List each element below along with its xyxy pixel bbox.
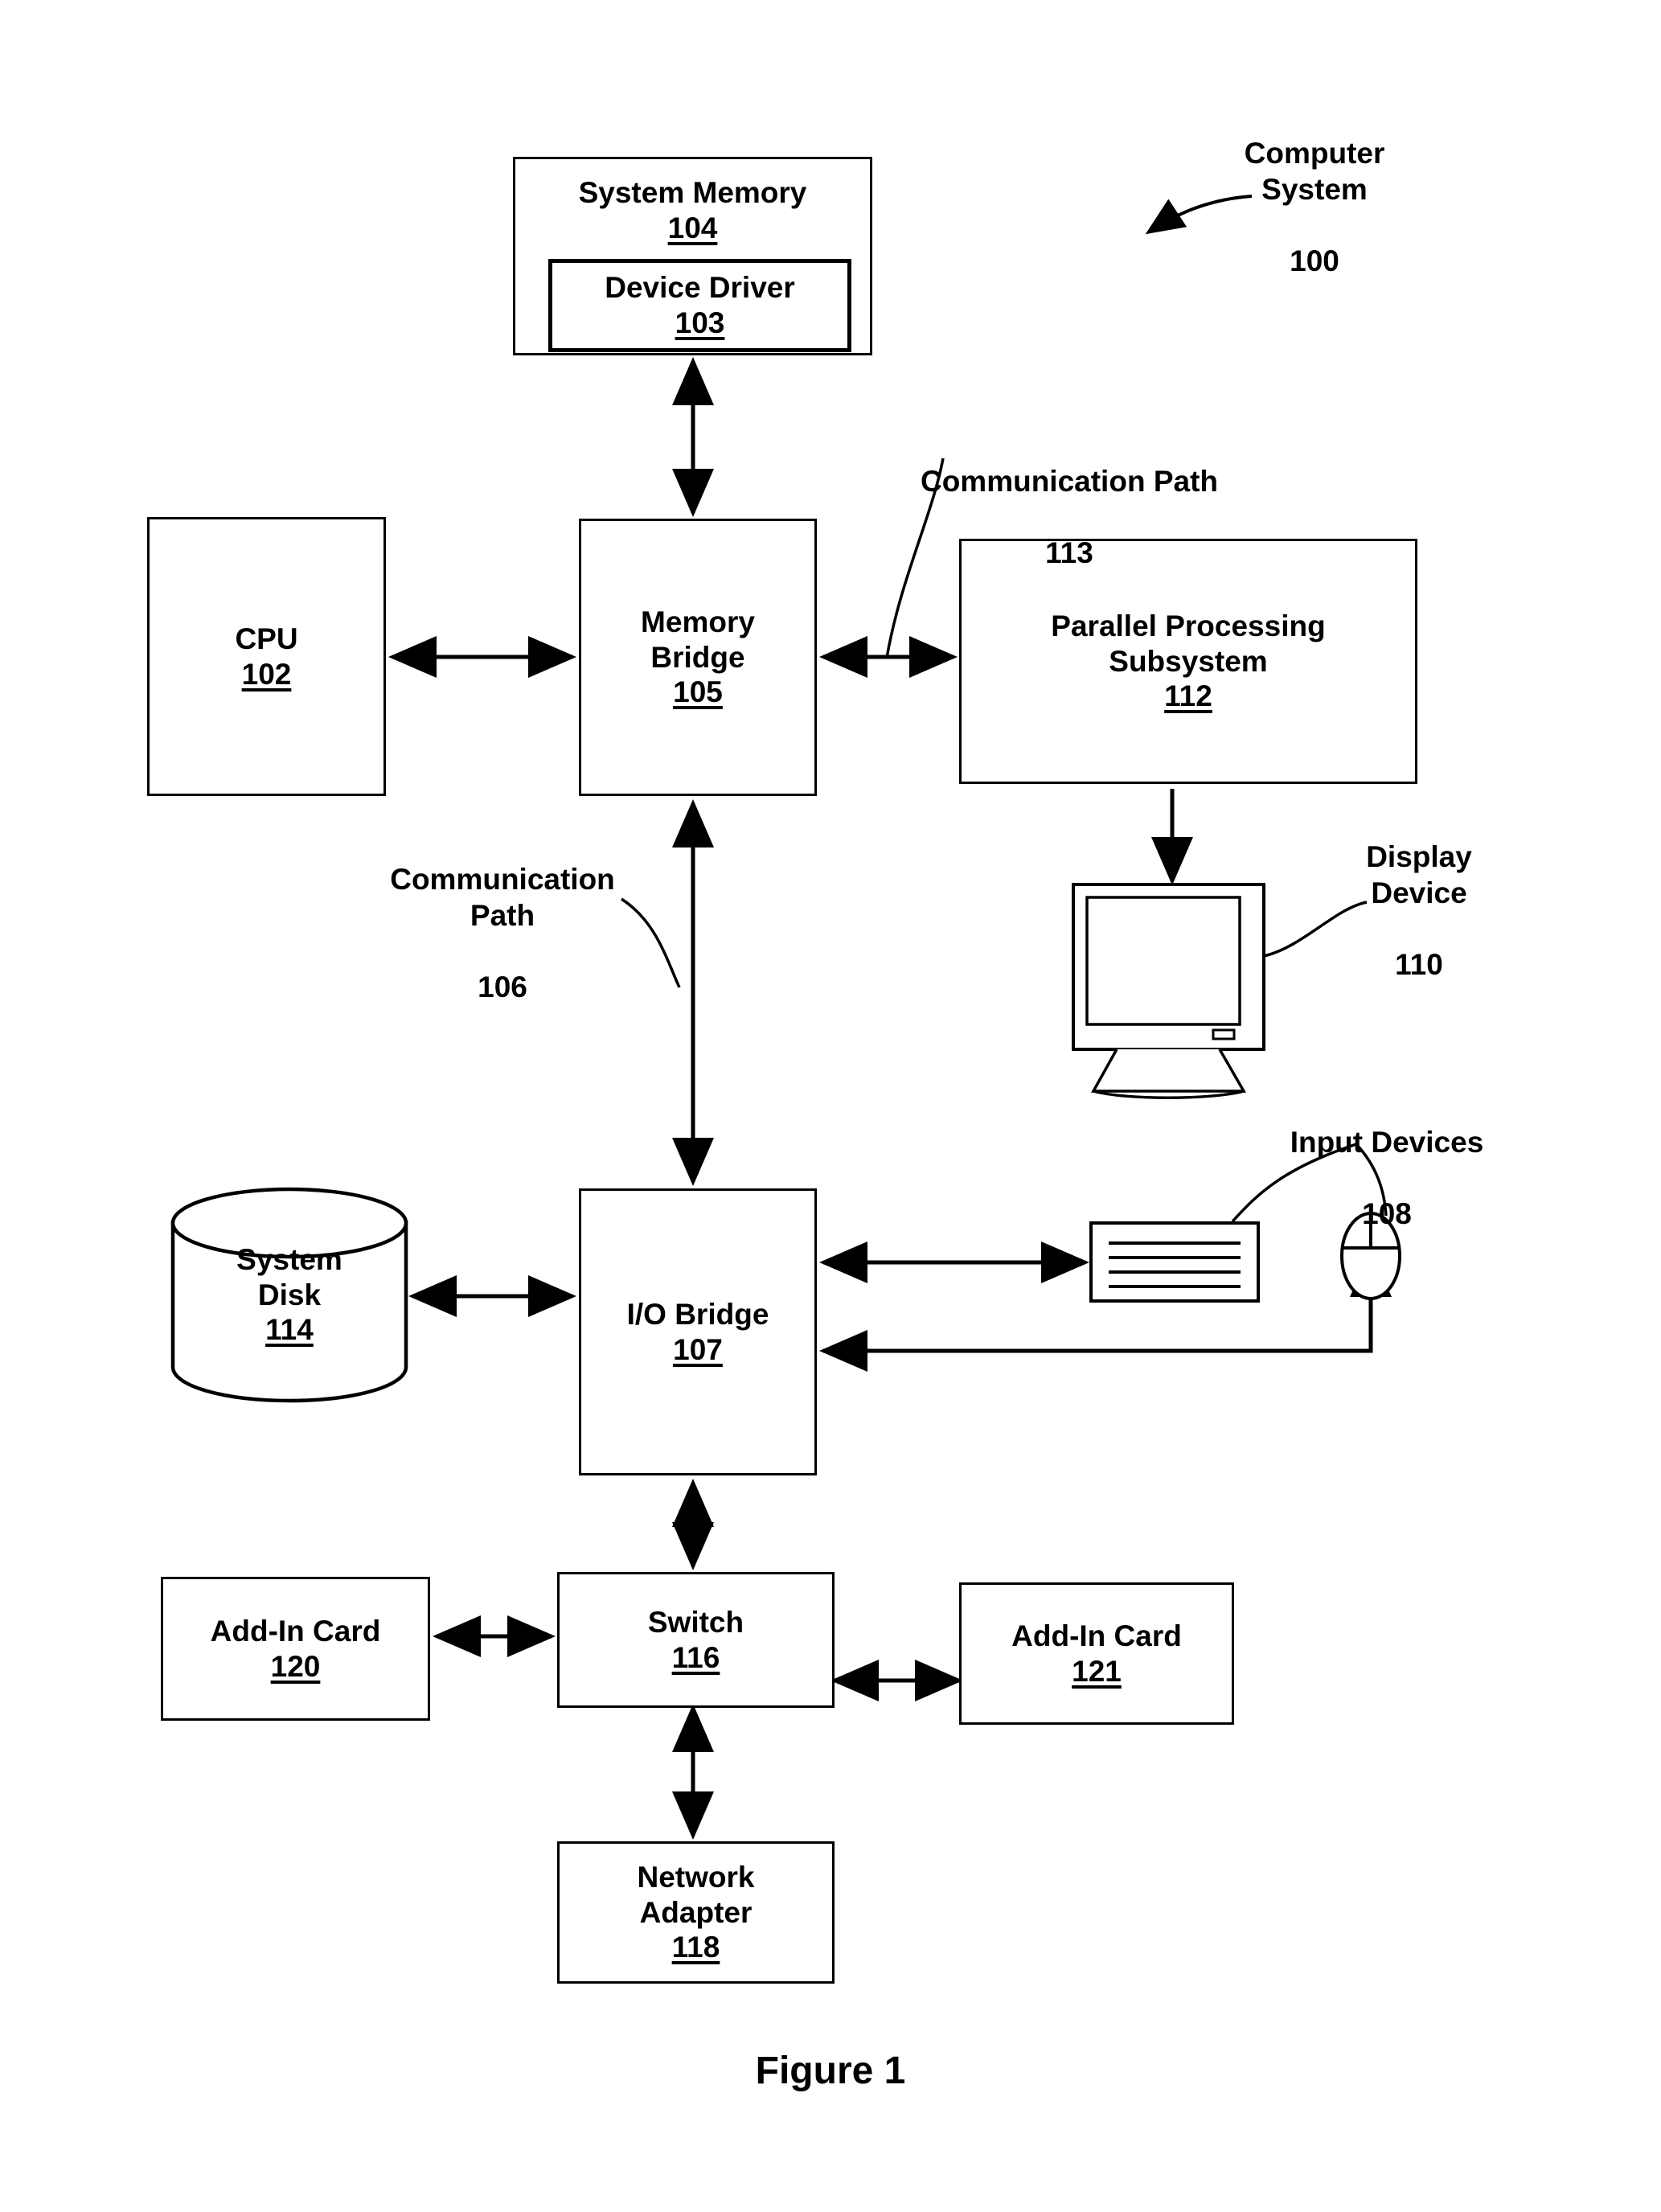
callout-input-devices: Input Devices 108 xyxy=(1254,1090,1520,1268)
node-pps-title: Parallel Processing Subsystem xyxy=(1051,609,1326,678)
callout-display-device-ref: 110 xyxy=(1395,947,1443,981)
callout-display-device: Display Device 110 xyxy=(1327,804,1511,1018)
node-device-driver-ref: 103 xyxy=(675,306,725,339)
callout-computer-system: Computer System 100 xyxy=(1182,101,1447,314)
figure-caption: Figure 1 xyxy=(755,2050,906,2092)
callout-communication-path-113: Communication Path 113 xyxy=(868,429,1270,607)
node-system-memory-title: System Memory xyxy=(578,176,807,209)
node-network-adapter-title: Network Adapter xyxy=(637,1861,755,1929)
display-monitor-icon xyxy=(1072,883,1265,1099)
node-add-in-card-121[interactable]: Add-In Card 121 xyxy=(959,1582,1234,1725)
callout-input-devices-label: Input Devices xyxy=(1290,1126,1484,1159)
keyboard-icon xyxy=(1089,1221,1260,1303)
callout-comm-path-113-label: Communication Path xyxy=(920,465,1219,499)
node-network-adapter-ref: 118 xyxy=(671,1931,720,1964)
callout-comm-path-106-ref: 106 xyxy=(478,970,527,1003)
node-cpu[interactable]: CPU 102 xyxy=(147,517,386,796)
node-memory-bridge-ref: 105 xyxy=(673,675,723,709)
callout-communication-path-106: Communication Path 106 xyxy=(354,827,651,1040)
node-switch-ref: 116 xyxy=(671,1640,720,1674)
node-add-in-card-120-ref: 120 xyxy=(270,1649,321,1683)
node-add-in-card-121-title: Add-In Card xyxy=(1011,1619,1182,1652)
node-system-disk[interactable]: System Disk 114 xyxy=(173,1242,406,1348)
node-system-memory-ref: 104 xyxy=(667,211,718,244)
node-device-driver-title: Device Driver xyxy=(605,271,795,305)
node-network-adapter[interactable]: Network Adapter 118 xyxy=(557,1841,835,1984)
node-switch-title: Switch xyxy=(647,1605,744,1639)
callout-computer-system-label: Computer System xyxy=(1244,137,1385,206)
node-add-in-card-121-ref: 121 xyxy=(1072,1654,1122,1688)
node-cpu-ref: 102 xyxy=(241,657,292,691)
callout-input-devices-ref: 108 xyxy=(1362,1197,1412,1231)
patent-figure-1: System Memory 104 Device Driver 103 CPU … xyxy=(0,0,1661,2212)
node-pps-ref: 112 xyxy=(1164,679,1212,713)
callout-comm-path-106-label: Communication Path xyxy=(390,863,615,932)
node-add-in-card-120[interactable]: Add-In Card 120 xyxy=(161,1577,430,1721)
node-switch[interactable]: Switch 116 xyxy=(557,1572,835,1708)
node-system-disk-ref: 114 xyxy=(265,1313,314,1347)
callout-display-device-label: Display Device xyxy=(1366,840,1472,909)
node-io-bridge-ref: 107 xyxy=(673,1332,723,1366)
node-io-bridge[interactable]: I/O Bridge 107 xyxy=(579,1188,817,1475)
node-memory-bridge-title: Memory Bridge xyxy=(641,605,755,674)
node-memory-bridge[interactable]: Memory Bridge 105 xyxy=(579,519,817,796)
callout-computer-system-ref: 100 xyxy=(1290,244,1339,277)
node-io-bridge-title: I/O Bridge xyxy=(626,1297,769,1331)
node-add-in-card-120-title: Add-In Card xyxy=(210,1614,381,1648)
node-system-disk-title: System Disk xyxy=(236,1243,342,1311)
node-cpu-title: CPU xyxy=(235,622,298,655)
node-device-driver[interactable]: Device Driver 103 xyxy=(548,259,851,352)
callout-comm-path-113-ref: 113 xyxy=(1045,536,1093,570)
